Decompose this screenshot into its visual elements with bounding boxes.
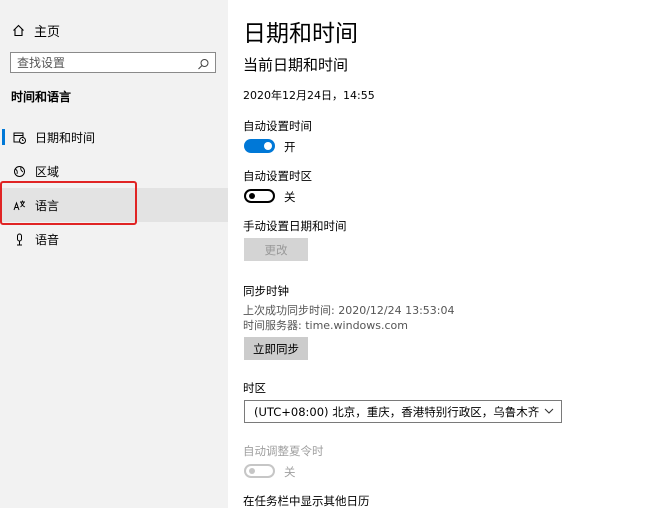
- search-box[interactable]: [10, 52, 216, 73]
- auto-time-state: 开: [284, 140, 296, 154]
- sidebar-item-speech[interactable]: 语音: [0, 222, 228, 256]
- chevron-down-icon: [543, 405, 555, 417]
- page-title: 日期和时间: [243, 21, 358, 47]
- main-content: 日期和时间 当前日期和时间 2020年12月24日，14:55 自动设置时间 开…: [228, 0, 650, 508]
- sidebar-item-date-time[interactable]: 日期和时间: [0, 120, 228, 154]
- search-icon[interactable]: [197, 56, 210, 70]
- sync-label: 同步时钟: [243, 284, 289, 298]
- sync-now-button[interactable]: 立即同步: [244, 337, 308, 360]
- home-icon: [11, 23, 25, 37]
- change-button[interactable]: 更改: [244, 238, 308, 261]
- last-sync-text: 上次成功同步时间: 2020/12/24 13:53:04: [243, 304, 455, 317]
- home-label: 主页: [34, 24, 61, 40]
- dst-label: 自动调整夏令时: [243, 444, 324, 458]
- other-calendars-label: 在任务栏中显示其他日历: [243, 494, 370, 508]
- timezone-value: (UTC+08:00) 北京，重庆，香港特别行政区，乌鲁木齐: [254, 404, 540, 419]
- timezone-label: 时区: [243, 381, 266, 395]
- section-title: 当前日期和时间: [243, 56, 349, 74]
- sidebar-item-label: 日期和时间: [35, 130, 96, 145]
- auto-time-toggle[interactable]: [244, 139, 275, 153]
- sidebar: 主页 时间和语言 日期和时间 区域 语言 语音: [0, 0, 228, 508]
- auto-timezone-state: 关: [284, 190, 296, 204]
- dst-toggle[interactable]: [244, 464, 275, 478]
- time-server-text: 时间服务器: time.windows.com: [243, 319, 409, 332]
- search-input[interactable]: [11, 55, 197, 70]
- highlight-annotation: [0, 181, 137, 225]
- microphone-icon: [12, 232, 26, 246]
- manual-set-label: 手动设置日期和时间: [243, 219, 347, 233]
- sidebar-item-label: 区域: [35, 164, 60, 179]
- current-datetime: 2020年12月24日，14:55: [243, 89, 375, 102]
- auto-timezone-toggle[interactable]: [244, 189, 275, 203]
- auto-time-label: 自动设置时间: [243, 119, 312, 133]
- calendar-clock-icon: [12, 130, 26, 144]
- auto-timezone-label: 自动设置时区: [243, 169, 312, 183]
- sidebar-item-label: 语音: [35, 232, 60, 247]
- dst-state: 关: [284, 465, 296, 479]
- home-link[interactable]: 主页: [11, 20, 60, 40]
- sidebar-section-title: 时间和语言: [11, 90, 72, 104]
- globe-icon: [12, 164, 26, 178]
- timezone-dropdown[interactable]: (UTC+08:00) 北京，重庆，香港特别行政区，乌鲁木齐: [244, 400, 562, 423]
